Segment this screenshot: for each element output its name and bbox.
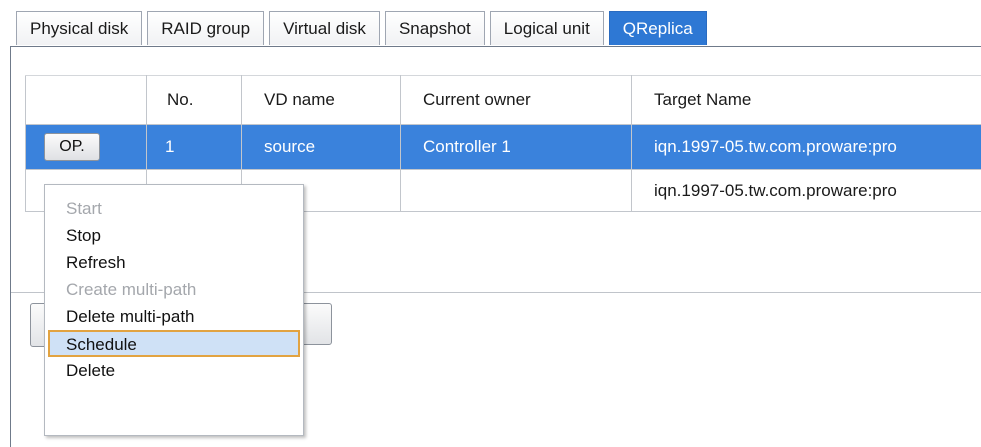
tab-physical-disk[interactable]: Physical disk	[16, 11, 143, 45]
row-current-owner: Controller 1	[400, 124, 632, 170]
menu-item-create-multi-path: Create multi-path	[66, 280, 197, 299]
menu-item-delete[interactable]: Delete	[48, 357, 300, 384]
row-no: 1	[146, 124, 242, 170]
op-button[interactable]: OP.	[44, 133, 100, 161]
app-window: Physical disk RAID group Virtual disk Sn…	[0, 0, 981, 447]
tab-snapshot[interactable]: Snapshot	[384, 11, 485, 45]
menu-item-schedule[interactable]: Schedule	[48, 330, 300, 357]
table-row[interactable]: OP. 1 source Controller 1 iqn.1997-05.tw…	[25, 124, 981, 170]
menu-item-stop[interactable]: Stop	[48, 222, 300, 249]
table-header-row: No. VD name Current owner Target Name	[25, 75, 981, 125]
row-current-owner	[400, 169, 632, 212]
column-header-no: No.	[146, 75, 242, 125]
column-header-vd-name: VD name	[241, 75, 401, 125]
op-context-menu: Start Stop Refresh Create multi-path Del…	[44, 184, 304, 436]
tab-logical-unit[interactable]: Logical unit	[489, 11, 604, 45]
row-target-name: iqn.1997-05.tw.com.proware:pro	[631, 124, 981, 170]
menu-item-delete-multi-path[interactable]: Delete multi-path	[48, 303, 300, 330]
tab-qreplica[interactable]: QReplica	[608, 11, 707, 45]
menu-item-start: Start	[66, 199, 102, 218]
menu-item-refresh[interactable]: Refresh	[48, 249, 300, 276]
tab-virtual-disk[interactable]: Virtual disk	[269, 11, 380, 45]
column-header-current-owner: Current owner	[400, 75, 632, 125]
tab-bar: Physical disk RAID group Virtual disk Sn…	[16, 11, 712, 46]
tab-raid-group[interactable]: RAID group	[147, 11, 265, 45]
column-header-target-name: Target Name	[631, 75, 981, 125]
row-target-name: iqn.1997-05.tw.com.proware:pro	[631, 169, 981, 212]
row-vd-name: source	[241, 124, 401, 170]
column-header-op	[25, 75, 147, 125]
op-cell: OP.	[25, 124, 147, 170]
